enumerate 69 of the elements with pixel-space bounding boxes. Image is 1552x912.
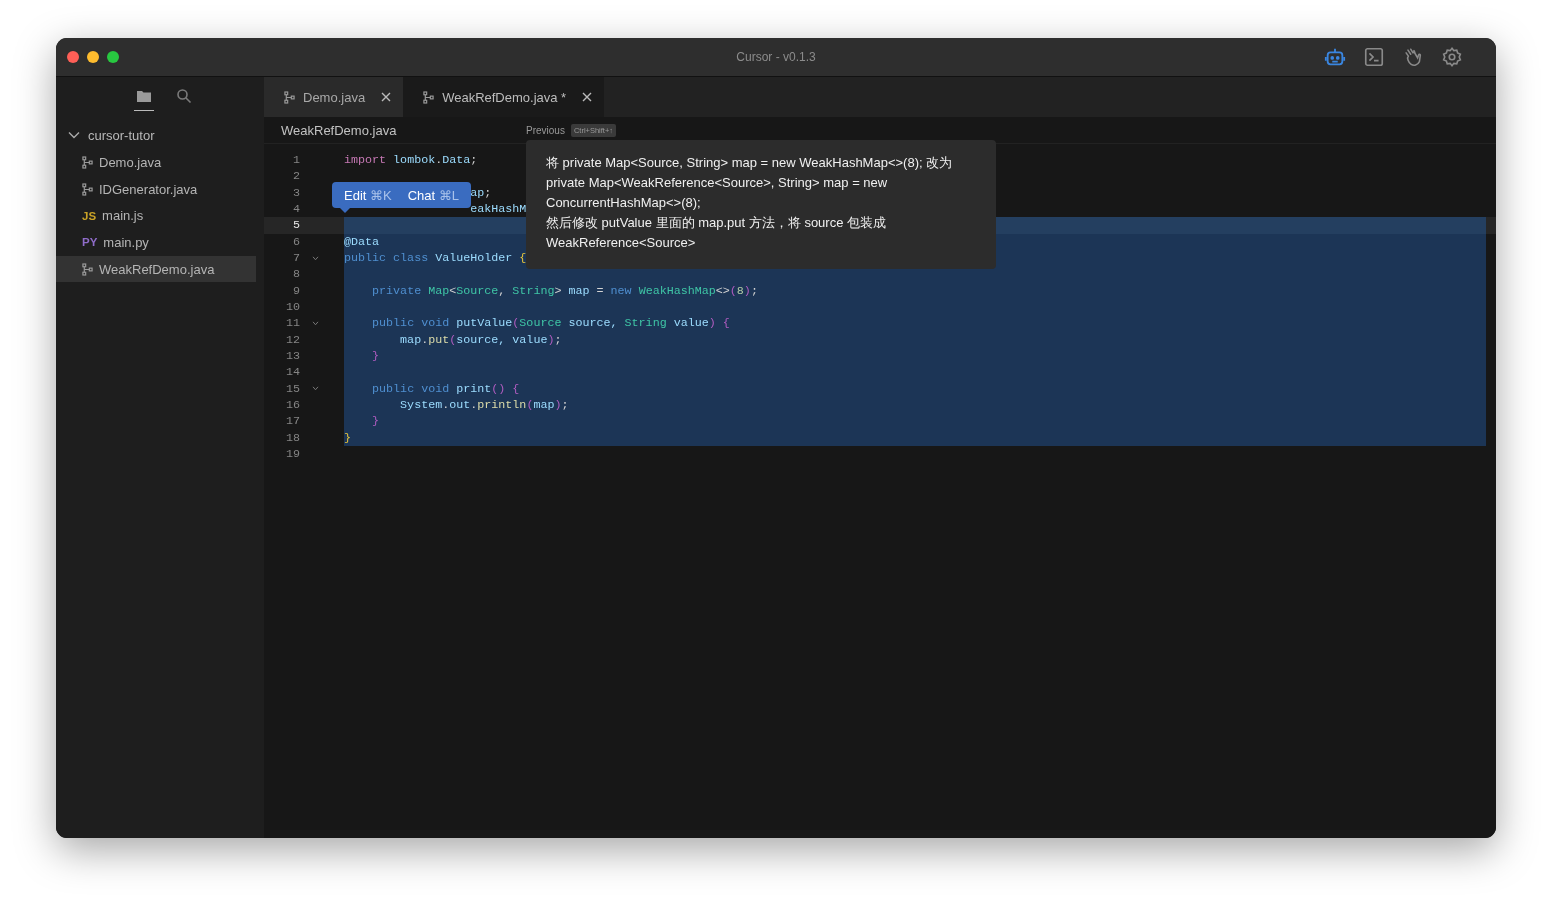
close-icon[interactable] [381, 92, 392, 102]
code-line: } [344, 430, 351, 445]
file-item[interactable]: IDGenerator.java [56, 175, 256, 203]
code-line: ap; [470, 185, 492, 200]
code-line: eakHashM [470, 202, 527, 216]
line-number: 3 [292, 184, 300, 201]
line-number: 14 [284, 364, 300, 381]
code-line: private Map<Source, String> map = new WeakHashMap<>(8); [372, 283, 758, 298]
code-line: System.out.println(map); [400, 397, 569, 412]
line-number: 6 [292, 233, 300, 250]
line-number: 18 [284, 429, 300, 446]
hierarchy-icon [284, 90, 295, 104]
code-line: map.put(source, value); [400, 332, 562, 347]
line-number: 19 [284, 445, 300, 463]
line-number: 8 [292, 266, 300, 283]
file-item[interactable]: WeakRefDemo.java [56, 255, 256, 283]
code-line: public class ValueHolder { [344, 250, 527, 265]
file-type-label: JS [82, 209, 97, 222]
code-line: import lombok.Data; [344, 153, 478, 167]
file-type-label: PY [82, 236, 98, 249]
hierarchy-icon [82, 182, 93, 196]
code-line: public void putValue(Source source, String value) { [372, 316, 730, 331]
hierarchy-icon [423, 90, 435, 104]
code-line: public void print() { [372, 381, 520, 396]
line-number: 17 [284, 413, 300, 430]
hierarchy-icon [82, 155, 93, 169]
chevron-icon [68, 129, 80, 141]
line-number: 5 [292, 217, 300, 234]
prompt-text: 将 private Map<Source, String> map = new WeakHashMap<>(8); 改为 private Map<WeakReference<Source>, String> map = new ConcurrentHashMap<>(8); [546, 154, 954, 212]
folder-item[interactable]: cursor-tutor [56, 113, 264, 149]
minimize-window-button[interactable] [87, 51, 99, 63]
line-number: 9 [292, 282, 300, 299]
line-number: 7 [292, 249, 300, 267]
code-line: @Data [344, 234, 380, 249]
settings-icon[interactable] [1441, 46, 1463, 68]
file-path: WeakRefDemo.java [281, 122, 398, 138]
close-icon[interactable] [582, 92, 593, 102]
line-number: 10 [284, 298, 300, 316]
code-line: } [372, 348, 380, 363]
previous-link[interactable]: Previous [526, 124, 565, 136]
line-number: 13 [284, 347, 300, 365]
hierarchy-icon [82, 262, 93, 276]
waving-hand-icon[interactable] [1402, 46, 1424, 68]
editor-tab[interactable]: WeakRefDemo.java * [403, 77, 605, 117]
line-number: 4 [292, 201, 300, 218]
line-number: 16 [284, 396, 300, 414]
close-window-button[interactable] [67, 51, 79, 63]
robot-icon[interactable] [1324, 46, 1346, 68]
fold-icon[interactable] [312, 320, 319, 326]
search-icon [176, 88, 192, 104]
editor-tab[interactable]: Demo.java [264, 77, 404, 117]
folder-icon [136, 88, 152, 104]
action-button[interactable]: Edit ⌘K [336, 182, 400, 208]
window-title: Cursor - v0.1.3 [736, 50, 816, 64]
fold-icon[interactable] [312, 255, 319, 261]
line-number: 11 [284, 315, 300, 332]
action-button[interactable]: Chat ⌘L [399, 182, 467, 208]
zoom-window-button[interactable] [107, 51, 119, 63]
file-item[interactable]: Demo.java [56, 149, 256, 176]
line-number: 1 [292, 152, 300, 169]
file-item[interactable]: JS main.js [56, 202, 256, 230]
line-number: 15 [284, 380, 300, 397]
terminal-icon[interactable] [1363, 46, 1385, 68]
prompt-text: 然后修改 putValue 里面的 map.put 方法，将 source 包装成 WeakReference<Source> [546, 214, 888, 252]
line-number: 2 [292, 168, 300, 185]
file-item[interactable]: PY main.py [56, 229, 256, 256]
line-number: 12 [284, 331, 300, 348]
code-line: } [372, 414, 380, 429]
fold-icon[interactable] [312, 386, 319, 392]
